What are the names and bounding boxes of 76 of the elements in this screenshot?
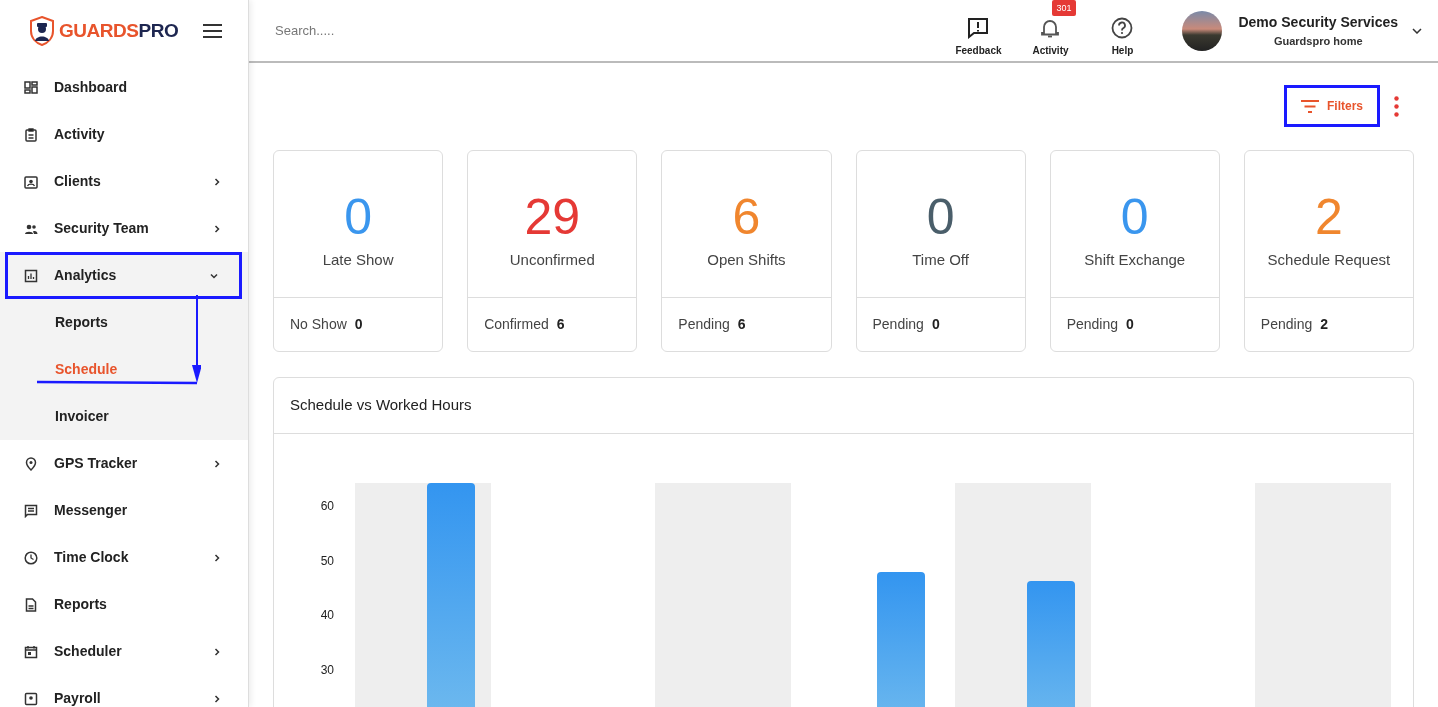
header-action-button[interactable]: Help <box>1086 13 1159 58</box>
chevron-right-icon <box>212 458 222 469</box>
chevron-right-icon <box>212 646 222 657</box>
header-action-button[interactable]: Feedback <box>942 13 1015 58</box>
stat-footer-label: Confirmed <box>484 315 549 334</box>
y-axis-label: 60 <box>320 499 334 513</box>
stat-footer-label: Pending <box>678 315 730 334</box>
stat-value: 0 <box>1120 188 1149 247</box>
sidebar-item[interactable]: Messenger <box>0 487 248 534</box>
sidebar-item[interactable]: Dashboard <box>0 64 248 111</box>
calendar-icon <box>24 644 38 659</box>
stat-footer-label: No Show <box>290 315 347 334</box>
submenu-item[interactable]: Reports <box>0 299 248 346</box>
stat-footer-value: 6 <box>556 315 565 334</box>
stat-label: Late Show <box>322 250 394 270</box>
stat-footer-label: Pending <box>1066 315 1119 334</box>
stat-label: Time Off <box>912 250 969 270</box>
badge-icon <box>24 691 38 706</box>
sidebar-item[interactable]: Clients <box>0 158 248 205</box>
submenu-item[interactable]: Invoicer <box>0 393 248 440</box>
clipboard-icon <box>24 127 38 142</box>
stat-label: Open Shifts <box>707 250 786 270</box>
stat-footer-value: 0 <box>354 315 363 334</box>
y-axis-label: 50 <box>320 553 334 568</box>
document-icon <box>24 597 38 612</box>
bell-icon <box>1039 17 1062 39</box>
header-action-button[interactable]: Activity <box>1014 13 1087 58</box>
sidebar-item[interactable]: Time Clock <box>0 534 248 581</box>
guard-shield-logo-icon <box>30 16 54 46</box>
stat-value: 29 <box>524 188 581 247</box>
bar-chart-icon <box>24 268 38 283</box>
stat-value: 6 <box>732 188 761 247</box>
stat-label: Unconfirmed <box>509 250 595 270</box>
filter-icon <box>1301 99 1319 113</box>
more-options-icon[interactable] <box>1394 95 1399 117</box>
feedback-icon <box>967 17 990 39</box>
stat-label: Shift Exchange <box>1084 250 1186 270</box>
account-avatar[interactable] <box>1182 10 1223 51</box>
chart-title: Schedule vs Worked Hours <box>290 395 472 416</box>
grid-icon <box>24 80 38 95</box>
sidebar-item[interactable]: GPS Tracker <box>0 440 248 487</box>
account-name: Demo Security Services <box>1238 12 1398 32</box>
account-subtitle: Guardspro home <box>1273 33 1363 49</box>
search-field[interactable]: Search..... <box>275 20 575 41</box>
contact-card-icon <box>24 174 38 189</box>
sidebar-item[interactable]: Scheduler <box>0 628 248 675</box>
stat-footer-value: 0 <box>931 315 940 334</box>
y-axis-label: 30 <box>320 662 334 677</box>
y-axis-label: 40 <box>320 608 334 622</box>
chevron-right-icon <box>212 223 222 234</box>
message-icon <box>24 503 38 518</box>
notification-count: 301 <box>1052 0 1076 16</box>
sidebar-item[interactable]: Security Team <box>0 205 248 252</box>
chevron-right-icon <box>212 552 222 563</box>
map-pin-icon <box>24 456 38 471</box>
stat-footer-value: 2 <box>1320 315 1328 334</box>
stat-value: 0 <box>926 188 955 247</box>
stat-value: 2 <box>1315 188 1343 247</box>
chevron-right-icon <box>212 693 222 704</box>
clock-icon <box>24 550 38 565</box>
chevron-down-icon[interactable] <box>1412 27 1422 34</box>
stat-footer-label: Pending <box>1260 315 1313 334</box>
brand-logo-text: GUARDSPRO <box>59 18 179 43</box>
menu-icon[interactable] <box>203 24 222 38</box>
stat-label: Schedule Request <box>1267 250 1391 270</box>
help-icon <box>1111 17 1134 39</box>
chevron-right-icon <box>212 176 222 187</box>
sidebar-item[interactable]: Activity <box>0 111 248 158</box>
stat-footer-value: 6 <box>737 315 746 334</box>
stat-footer-value: 0 <box>1126 315 1134 334</box>
sidebar-item[interactable]: Reports <box>0 581 248 628</box>
sidebar-item[interactable]: Payroll <box>0 675 248 707</box>
filters-button[interactable]: Filters <box>1284 85 1380 127</box>
stat-value: 0 <box>344 188 372 247</box>
stat-footer-label: Pending <box>872 315 924 334</box>
sidebar-item[interactable]: Analytics <box>5 252 242 299</box>
